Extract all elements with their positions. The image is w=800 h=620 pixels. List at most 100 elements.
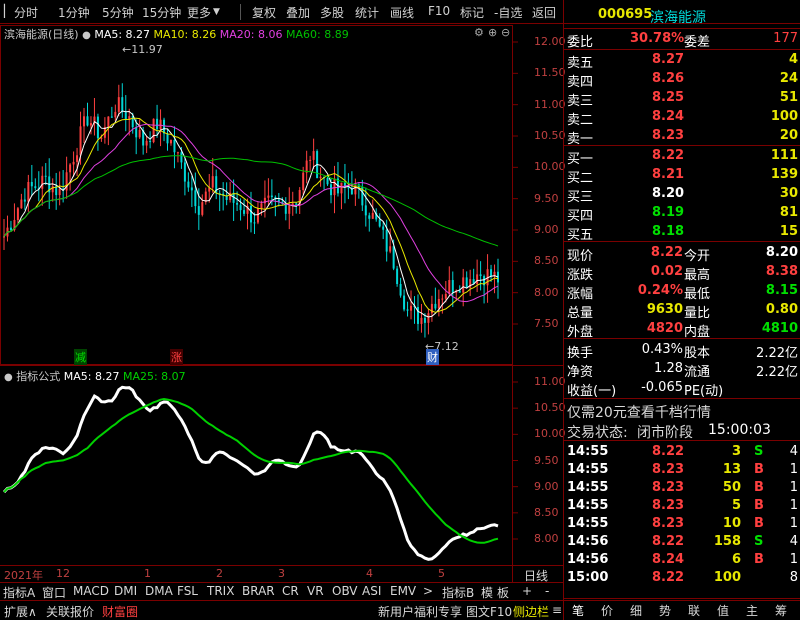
level2-promo[interactable]: 仅需20元查看千档行情: [567, 402, 711, 422]
panel-tab[interactable]: 笔: [572, 602, 584, 619]
order-price: 8.22: [652, 148, 685, 163]
tab-obv[interactable]: OBV: [332, 584, 358, 598]
tab-asi[interactable]: ASI: [362, 584, 381, 598]
kline-chart[interactable]: [0, 25, 563, 582]
marker-cai[interactable]: 财: [426, 349, 439, 365]
buy-row[interactable]: 买三 8.20 30: [564, 185, 800, 205]
dropdown-icon[interactable]: ●: [4, 372, 13, 383]
tb-huaxian[interactable]: 画线: [390, 4, 414, 21]
y-tick: 8.50: [534, 254, 559, 268]
related-quotes-button[interactable]: 关联报价: [46, 603, 94, 620]
tb-15min[interactable]: 15分钟: [142, 4, 181, 21]
sell-row[interactable]: 卖二 8.24 100: [564, 108, 800, 128]
tab-cr[interactable]: CR: [282, 584, 299, 598]
panel-tab[interactable]: 联: [688, 602, 700, 619]
promo-link[interactable]: 新用户福利专享: [378, 603, 462, 620]
panel-tab[interactable]: 细: [630, 602, 642, 619]
quote-value: 8.22: [650, 245, 683, 260]
tb-diejia[interactable]: 叠加: [286, 4, 310, 21]
tick-count: 8: [789, 570, 798, 585]
candle-body: [110, 116, 113, 118]
tb-fenshi[interactable]: 分时: [14, 4, 38, 21]
sell-row[interactable]: 卖五 8.27 4: [564, 51, 800, 71]
expand-button[interactable]: 扩展∧: [4, 603, 37, 620]
marker-zhang[interactable]: 涨: [170, 349, 183, 365]
quote-row: 外盘 4820 内盘 4810: [564, 320, 800, 340]
candle-body: [340, 182, 343, 194]
tab-vr[interactable]: VR: [307, 584, 324, 598]
order-level-label: 卖三: [567, 94, 594, 109]
settings-icon[interactable]: ⚙: [474, 26, 484, 39]
plus-icon[interactable]: ⊕: [488, 26, 497, 39]
minus-icon[interactable]: ⊖: [501, 26, 510, 39]
quote-row: 现价 8.22 今开 8.20: [564, 244, 800, 264]
candle-body: [368, 215, 371, 219]
marker-jian[interactable]: 减: [74, 349, 87, 365]
panel-tab[interactable]: 势: [659, 602, 671, 619]
tick-volume: 158: [713, 534, 741, 549]
quote-value: 8.15: [765, 283, 798, 298]
stat-label: 换手: [567, 346, 594, 361]
tab-dma[interactable]: DMA: [145, 584, 173, 598]
stock-code[interactable]: 000695: [598, 7, 652, 22]
tick-price: 8.23: [652, 498, 685, 513]
tb-more[interactable]: 更多: [187, 4, 211, 21]
f10-button[interactable]: 图文F10: [466, 603, 512, 620]
tab-indicator-b[interactable]: 指标B: [442, 584, 474, 601]
panel-tab[interactable]: 价: [601, 602, 613, 619]
tab-template-1[interactable]: 模: [481, 584, 493, 601]
buy-row[interactable]: 买二 8.21 139: [564, 166, 800, 186]
tb-1min[interactable]: 1分钟: [58, 4, 90, 21]
tab-indicator-a[interactable]: 指标A: [3, 584, 35, 601]
indicator-name[interactable]: 指标公式: [16, 370, 60, 383]
tab-fsl[interactable]: FSL: [177, 584, 198, 598]
buy-row[interactable]: 买五 8.18 15: [564, 223, 800, 243]
buy-row[interactable]: 买四 8.19 81: [564, 204, 800, 224]
buy-row[interactable]: 买一 8.22 111: [564, 147, 800, 167]
sell-row[interactable]: 卖四 8.26 24: [564, 70, 800, 90]
quote-row: 涨幅 0.24% 最低 8.15: [564, 282, 800, 302]
sell-row[interactable]: 卖一 8.23 20: [564, 127, 800, 147]
tick-price: 8.22: [652, 534, 685, 549]
tab-dmi[interactable]: DMI: [114, 584, 137, 598]
tab-template-2[interactable]: 板: [497, 584, 509, 601]
stat-row: 换手 0.43% 股本 2.22亿: [564, 341, 800, 361]
wealth-circle-button[interactable]: 财富圈: [102, 603, 138, 620]
tab-add[interactable]: +: [522, 584, 532, 598]
tb-biaoji[interactable]: 标记: [460, 4, 484, 21]
order-level-label: 卖五: [567, 56, 594, 71]
stat-label: 流通: [684, 365, 711, 380]
candle-body: [9, 227, 12, 231]
tb-5min[interactable]: 5分钟: [102, 4, 134, 21]
tab-trix[interactable]: TRIX: [207, 584, 234, 598]
tb-zixuan[interactable]: -自选: [494, 4, 522, 21]
candle-body: [156, 118, 159, 130]
tab-window[interactable]: 窗口: [42, 584, 66, 601]
tabs-more-arrow[interactable]: >: [423, 584, 433, 598]
sell-row[interactable]: 卖三 8.25 51: [564, 89, 800, 109]
chevron-down-icon[interactable]: ▼: [213, 7, 220, 17]
tb-back[interactable]: 返回: [532, 4, 556, 21]
x-tick: 2: [216, 567, 223, 580]
panel-tab[interactable]: 主: [746, 602, 758, 619]
stock-title[interactable]: 滨海能源(日线): [4, 28, 79, 41]
dropdown-icon[interactable]: ●: [82, 30, 91, 41]
menu-icon[interactable]: ≡: [552, 603, 562, 617]
tick-row: 14:56 8.22 158 S 4: [564, 533, 800, 552]
left-arrow-icon[interactable]: ▏: [4, 4, 13, 18]
tb-tongji[interactable]: 统计: [355, 4, 379, 21]
panel-tab[interactable]: 值: [717, 602, 729, 619]
tab-brar[interactable]: BRAR: [242, 584, 275, 598]
candle-body: [444, 294, 447, 299]
tick-row: 15:00 8.22 100 8: [564, 569, 800, 588]
tab-macd[interactable]: MACD: [73, 584, 109, 598]
tick-side: B: [754, 552, 764, 567]
tab-remove[interactable]: -: [545, 584, 549, 598]
tb-f10[interactable]: F10: [428, 4, 450, 18]
sidebar-button[interactable]: 侧边栏: [513, 603, 549, 620]
tab-emv[interactable]: EMV: [390, 584, 416, 598]
tb-fuquan[interactable]: 复权: [252, 4, 276, 21]
stock-name[interactable]: 滨海能源: [650, 7, 706, 27]
panel-tab[interactable]: 筹: [775, 602, 787, 619]
tb-duogu[interactable]: 多股: [320, 4, 344, 21]
